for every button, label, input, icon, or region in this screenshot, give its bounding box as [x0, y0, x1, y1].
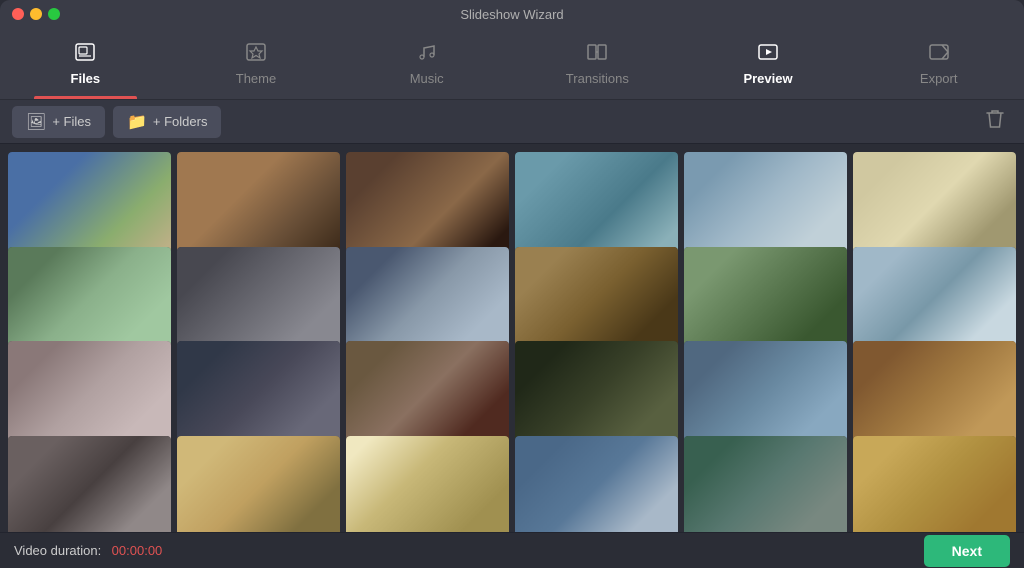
traffic-lights [12, 8, 60, 20]
photo-thumbnail [515, 341, 678, 443]
duration-value: 00:00:00 [112, 543, 163, 558]
photo-thumbnail [177, 436, 340, 533]
photo-thumbnail [515, 436, 678, 533]
folders-btn-icon: 📁 [127, 112, 147, 132]
photo-thumbnail [346, 152, 509, 254]
photo-thumbnail [853, 152, 1016, 254]
preview-icon [757, 41, 779, 67]
tab-transitions[interactable]: Transitions [512, 28, 683, 99]
tab-transitions-label: Transitions [566, 71, 629, 86]
photo-thumbnail [853, 436, 1016, 533]
files-btn-icon: 🖼 [26, 112, 46, 132]
photo-thumbnail [684, 247, 847, 349]
nav-tabs: Files Theme Music Transiti [0, 28, 1024, 100]
tab-preview-label: Preview [743, 71, 792, 86]
titlebar: Slideshow Wizard [0, 0, 1024, 28]
duration-label: Video duration: [14, 543, 101, 558]
tab-export-label: Export [920, 71, 958, 86]
photo-grid: ⊞ ⊞ ⊞ ⊞ ⊞ ⊞ [0, 144, 1024, 532]
grid-item[interactable]: ⊞ [346, 436, 509, 533]
tab-export[interactable]: Export [853, 28, 1024, 99]
next-button[interactable]: Next [924, 535, 1010, 567]
tab-music[interactable]: Music [341, 28, 512, 99]
app-title: Slideshow Wizard [460, 7, 563, 22]
files-icon [74, 41, 96, 67]
add-files-button[interactable]: 🖼 + Files [12, 106, 105, 138]
photo-thumbnail [684, 436, 847, 533]
export-icon [928, 41, 950, 67]
tab-files[interactable]: Files [0, 28, 171, 99]
statusbar: Video duration: 00:00:00 Next [0, 532, 1024, 568]
grid-item[interactable]: ⊞ [684, 436, 847, 533]
photo-thumbnail [8, 247, 171, 349]
grid-item[interactable]: ⊞ [8, 436, 171, 533]
minimize-button[interactable] [30, 8, 42, 20]
add-files-label: + Files [52, 114, 91, 129]
photo-thumbnail [346, 247, 509, 349]
photo-thumbnail [346, 341, 509, 443]
photo-thumbnail [8, 152, 171, 254]
photo-thumbnail [515, 152, 678, 254]
tab-theme[interactable]: Theme [171, 28, 342, 99]
photo-thumbnail [177, 341, 340, 443]
photo-thumbnail [346, 436, 509, 533]
tab-theme-label: Theme [236, 71, 276, 86]
add-folders-button[interactable]: 📁 + Folders [113, 106, 221, 138]
close-button[interactable] [12, 8, 24, 20]
grid-item[interactable]: ⊞ [515, 436, 678, 533]
photo-thumbnail [177, 152, 340, 254]
tab-preview[interactable]: Preview [683, 28, 854, 99]
duration-display: Video duration: 00:00:00 [14, 542, 162, 560]
grid-item[interactable]: ⊞ [853, 436, 1016, 533]
music-icon [416, 41, 438, 67]
photo-thumbnail [8, 341, 171, 443]
photo-thumbnail [515, 247, 678, 349]
photo-thumbnail [853, 247, 1016, 349]
add-folders-label: + Folders [153, 114, 208, 129]
theme-icon [245, 41, 267, 67]
grid-item[interactable]: ⊞ [177, 436, 340, 533]
photo-thumbnail [853, 341, 1016, 443]
toolbar: 🖼 + Files 📁 + Folders [0, 100, 1024, 144]
transitions-icon [586, 41, 608, 67]
tab-files-label: Files [71, 71, 101, 86]
photo-thumbnail [684, 341, 847, 443]
delete-button[interactable] [978, 105, 1012, 138]
maximize-button[interactable] [48, 8, 60, 20]
photo-thumbnail [8, 436, 171, 533]
photo-thumbnail [177, 247, 340, 349]
tab-music-label: Music [410, 71, 444, 86]
photo-thumbnail [684, 152, 847, 254]
